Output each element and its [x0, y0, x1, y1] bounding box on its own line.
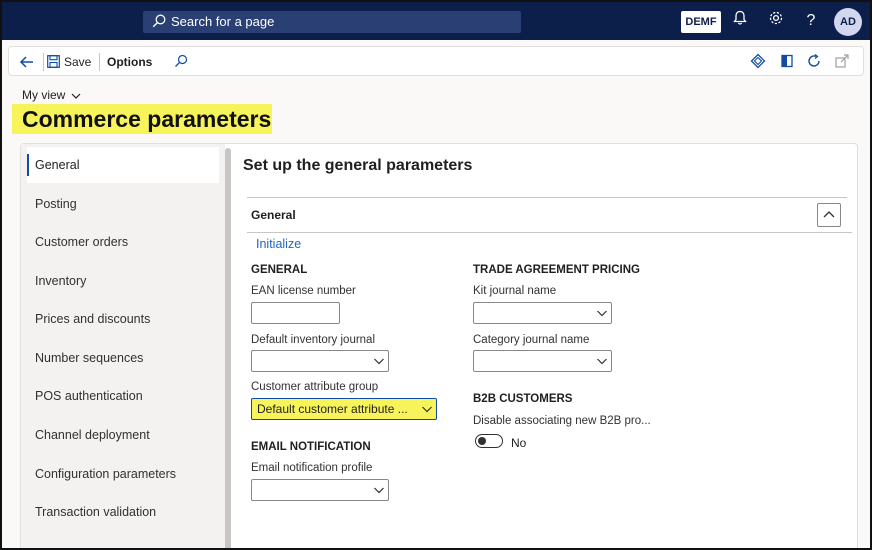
chevron-down-icon [597, 310, 607, 317]
power-apps-icon[interactable] [750, 53, 768, 71]
initialize-button[interactable]: Initialize [256, 237, 301, 251]
avatar[interactable]: AD [834, 8, 862, 36]
vertical-tab-list: General Posting Customer orders Inventor… [21, 144, 225, 550]
back-arrow-icon[interactable] [17, 52, 37, 72]
section-heading: Set up the general parameters [243, 157, 473, 174]
b2b-customers-heading: B2B CUSTOMERS [473, 393, 573, 405]
customer-attribute-group-value: Default customer attribute ... [257, 402, 408, 416]
refresh-icon[interactable] [806, 53, 824, 71]
save-label: Save [64, 55, 92, 69]
nav-scrollbar[interactable] [225, 148, 231, 550]
b2b-disable-toggle[interactable] [475, 434, 503, 448]
help-icon[interactable]: ? [800, 10, 822, 32]
view-selector[interactable]: My view [22, 88, 81, 102]
view-label: My view [22, 88, 66, 102]
save-button[interactable]: Save [47, 53, 91, 71]
default-inventory-journal-label: Default inventory journal [251, 334, 376, 346]
save-icon [47, 55, 60, 68]
chevron-down-icon [597, 358, 607, 365]
gear-icon[interactable] [765, 10, 787, 32]
trade-agreement-pricing-heading: TRADE AGREEMENT PRICING [473, 264, 640, 276]
chevron-down-icon [374, 358, 384, 365]
kit-journal-name-dropdown[interactable] [473, 302, 612, 324]
divider [247, 232, 852, 233]
chevron-down-icon [374, 487, 384, 494]
ean-license-field[interactable] [251, 302, 340, 324]
chevron-up-icon [823, 211, 835, 218]
search-icon [152, 14, 166, 28]
email-notification-heading: EMAIL NOTIFICATION [251, 441, 371, 453]
company-picker[interactable]: DEMF [681, 11, 721, 33]
chevron-down-icon [422, 406, 432, 413]
b2b-disable-label: Disable associating new B2B pro... [473, 415, 651, 427]
find-icon[interactable] [173, 53, 191, 71]
bell-icon[interactable] [729, 10, 751, 32]
category-journal-name-label: Category journal name [473, 334, 590, 346]
tab-transaction-validation[interactable]: Transaction validation [27, 494, 219, 530]
fasttab-general-title[interactable]: General [251, 208, 296, 222]
divider [247, 197, 847, 198]
default-inventory-journal-dropdown[interactable] [251, 350, 389, 372]
b2b-toggle-state: No [511, 436, 527, 450]
tab-number-sequences[interactable]: Number sequences [27, 340, 219, 376]
ean-license-label: EAN license number [251, 285, 356, 297]
search-placeholder: Search for a page [171, 14, 275, 29]
search-box[interactable]: Search for a page [143, 11, 521, 33]
email-notification-profile-dropdown[interactable] [251, 479, 389, 501]
tab-customer-orders[interactable]: Customer orders [27, 224, 219, 260]
tab-general[interactable]: General [27, 147, 219, 183]
tab-pos-authentication[interactable]: POS authentication [27, 378, 219, 414]
customer-attribute-group-label: Customer attribute group [251, 381, 379, 393]
options-menu[interactable]: Options [107, 53, 152, 71]
kit-journal-name-label: Kit journal name [473, 285, 557, 297]
general-group-heading: GENERAL [251, 264, 308, 276]
divider [43, 53, 44, 71]
collapse-button[interactable] [817, 203, 841, 227]
tab-prices-and-discounts[interactable]: Prices and discounts [27, 301, 219, 337]
action-pane: Save Options [8, 46, 864, 76]
tab-channel-deployment[interactable]: Channel deployment [27, 417, 219, 453]
divider [99, 53, 100, 71]
top-navigation-bar: Search for a page DEMF ? AD [0, 0, 872, 40]
tab-posting[interactable]: Posting [27, 186, 219, 222]
office-icon[interactable] [779, 53, 797, 71]
tab-configuration-parameters[interactable]: Configuration parameters [27, 456, 219, 492]
email-notification-profile-label: Email notification profile [251, 462, 373, 474]
customer-attribute-group-dropdown[interactable]: Default customer attribute ... [251, 398, 437, 420]
page-title: Commerce parameters [22, 106, 272, 132]
chevron-down-icon [71, 93, 81, 99]
open-new-window-icon[interactable] [834, 53, 852, 71]
category-journal-name-dropdown[interactable] [473, 350, 612, 372]
tab-inventory[interactable]: Inventory [27, 263, 219, 299]
